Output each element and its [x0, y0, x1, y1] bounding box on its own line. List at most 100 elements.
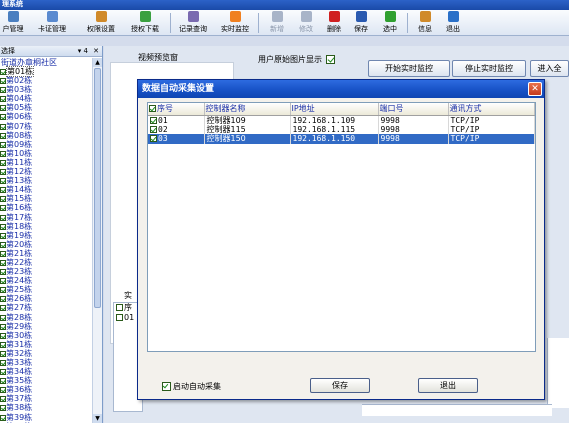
column-header-ip[interactable]: IP地址: [290, 103, 379, 116]
tree-item[interactable]: 第13栋: [0, 176, 92, 185]
close-icon[interactable]: ✕: [93, 46, 99, 56]
tree-item[interactable]: 第22栋: [0, 258, 92, 267]
tree-item[interactable]: 第30栋: [0, 331, 92, 340]
tree-item-checkbox[interactable]: [0, 250, 6, 257]
row-checkbox[interactable]: [150, 116, 157, 124]
tree-item-checkbox[interactable]: [0, 296, 6, 303]
tree-item-checkbox[interactable]: [0, 332, 6, 339]
tree-item[interactable]: 第36栋: [0, 385, 92, 394]
tree-item-checkbox[interactable]: [0, 214, 6, 221]
tree-item[interactable]: 第06栋: [0, 112, 92, 121]
tree-item-checkbox[interactable]: [0, 323, 6, 330]
tree-item-checkbox[interactable]: [0, 314, 6, 321]
tree-item[interactable]: 第18栋: [0, 222, 92, 231]
tree-item-checkbox[interactable]: [0, 96, 6, 103]
scroll-up-icon[interactable]: ▲: [93, 58, 102, 67]
user-manage-button[interactable]: 户管理: [0, 11, 26, 35]
tree-item[interactable]: 第29栋: [0, 322, 92, 331]
tree-item[interactable]: 第12栋: [0, 167, 92, 176]
tree-item[interactable]: 第02栋: [0, 76, 92, 85]
permission-settings-button[interactable]: 权限设置: [82, 11, 120, 35]
tree-item-checkbox[interactable]: [0, 105, 6, 112]
row-checkbox[interactable]: [150, 125, 157, 133]
table-row[interactable]: 02 控制器115 192.168.1.115 9998 TCP/IP: [148, 124, 535, 134]
new-button[interactable]: 新增: [264, 11, 290, 35]
realtime-monitor-button[interactable]: 实时监控: [216, 11, 254, 35]
exit-button[interactable]: 退出: [440, 11, 466, 35]
tree-item[interactable]: 第10栋: [0, 149, 92, 158]
tree-item-checkbox[interactable]: [0, 141, 6, 148]
tree-item-checkbox[interactable]: [0, 241, 6, 248]
table-row[interactable]: 01 控制器109 192.168.1.109 9998 TCP/IP: [148, 115, 535, 125]
tree-item-checkbox[interactable]: [0, 159, 6, 166]
tree-item-checkbox[interactable]: [0, 414, 6, 421]
tree-item-checkbox[interactable]: [0, 405, 6, 412]
tree-item-checkbox[interactable]: [0, 87, 6, 94]
tree-item-checkbox[interactable]: [0, 187, 6, 194]
tree-scrollbar[interactable]: ▲ ▼: [92, 58, 102, 423]
tree-item-checkbox[interactable]: [0, 269, 6, 276]
tree-item-checkbox[interactable]: [0, 69, 6, 75]
tree-item[interactable]: 第34栋: [0, 367, 92, 376]
tree-item[interactable]: 第16栋: [0, 203, 92, 212]
select-button[interactable]: 选中: [377, 11, 403, 35]
info-button[interactable]: 信息: [412, 11, 438, 35]
tree-item[interactable]: 第04栋: [0, 94, 92, 103]
tree-item-checkbox[interactable]: [0, 378, 6, 385]
list-item-checkbox[interactable]: [116, 314, 123, 321]
tree-item[interactable]: 第08栋: [0, 131, 92, 140]
tree-item[interactable]: 第01栋: [0, 66, 92, 77]
tree-item[interactable]: 第23栋: [0, 267, 92, 276]
table-row-selected[interactable]: 03 控制器150 192.168.1.150 9998 TCP/IP: [148, 134, 535, 144]
column-header-port[interactable]: 端口号: [378, 103, 449, 116]
tree-item-checkbox[interactable]: [0, 341, 6, 348]
record-query-button[interactable]: 记录查询: [174, 11, 212, 35]
tree-item[interactable]: 第27栋: [0, 303, 92, 312]
tree-item-checkbox[interactable]: [0, 223, 6, 230]
tree-item[interactable]: 第11栋: [0, 158, 92, 167]
tree-item-checkbox[interactable]: [0, 178, 6, 185]
tree-item[interactable]: 第33栋: [0, 358, 92, 367]
close-icon[interactable]: ✕: [528, 82, 542, 96]
tree-item[interactable]: 第38栋: [0, 403, 92, 412]
tree-item-checkbox[interactable]: [0, 360, 6, 366]
start-monitor-button[interactable]: 开始实时监控: [368, 60, 450, 77]
tree-item-checkbox[interactable]: [0, 169, 6, 176]
tree-item[interactable]: 第31栋: [0, 340, 92, 349]
edit-button[interactable]: 修改: [293, 11, 319, 35]
tree-item-checkbox[interactable]: [0, 78, 6, 85]
pin-icon[interactable]: ▾ 4: [78, 46, 88, 56]
scroll-thumb[interactable]: [94, 68, 101, 308]
select-all-checkbox[interactable]: [149, 105, 156, 113]
tree-item-checkbox[interactable]: [0, 369, 6, 376]
tree-item-checkbox[interactable]: [0, 396, 6, 403]
tree-item[interactable]: 第20栋: [0, 240, 92, 249]
dialog-exit-button[interactable]: 退出: [418, 378, 478, 393]
delete-button[interactable]: 删除: [321, 11, 347, 35]
column-header-name[interactable]: 控制器名称: [204, 103, 291, 116]
tree-item[interactable]: 第17栋: [0, 213, 92, 222]
column-header-mode[interactable]: 通讯方式: [448, 103, 535, 116]
original-photo-toggle[interactable]: 用户原始图片显示: [258, 54, 335, 65]
tree-item[interactable]: 第19栋: [0, 231, 92, 240]
tree-item-checkbox[interactable]: [0, 205, 6, 212]
tree-item-checkbox[interactable]: [0, 150, 6, 157]
tree-item-checkbox[interactable]: [0, 305, 6, 312]
tree-item[interactable]: 第03栋: [0, 85, 92, 94]
tree-item[interactable]: 第24栋: [0, 276, 92, 285]
tree-item-checkbox[interactable]: [0, 259, 6, 266]
tree-item[interactable]: 第28栋: [0, 313, 92, 322]
original-photo-checkbox[interactable]: [326, 55, 335, 64]
tree-item-checkbox[interactable]: [0, 232, 6, 239]
authorize-download-button[interactable]: 授权下载: [126, 11, 164, 35]
dialog-save-button[interactable]: 保存: [310, 378, 370, 393]
tree-item-checkbox[interactable]: [0, 350, 6, 357]
tree-item[interactable]: 第07栋: [0, 122, 92, 131]
tree-item-checkbox[interactable]: [0, 287, 6, 294]
tree-item-checkbox[interactable]: [0, 132, 6, 139]
tree-item-checkbox[interactable]: [0, 123, 6, 130]
tree-item[interactable]: 第14栋: [0, 185, 92, 194]
stop-monitor-button[interactable]: 停止实时监控: [452, 60, 526, 77]
tree-item[interactable]: 第39栋: [0, 413, 92, 422]
scroll-down-icon[interactable]: ▼: [93, 414, 102, 423]
